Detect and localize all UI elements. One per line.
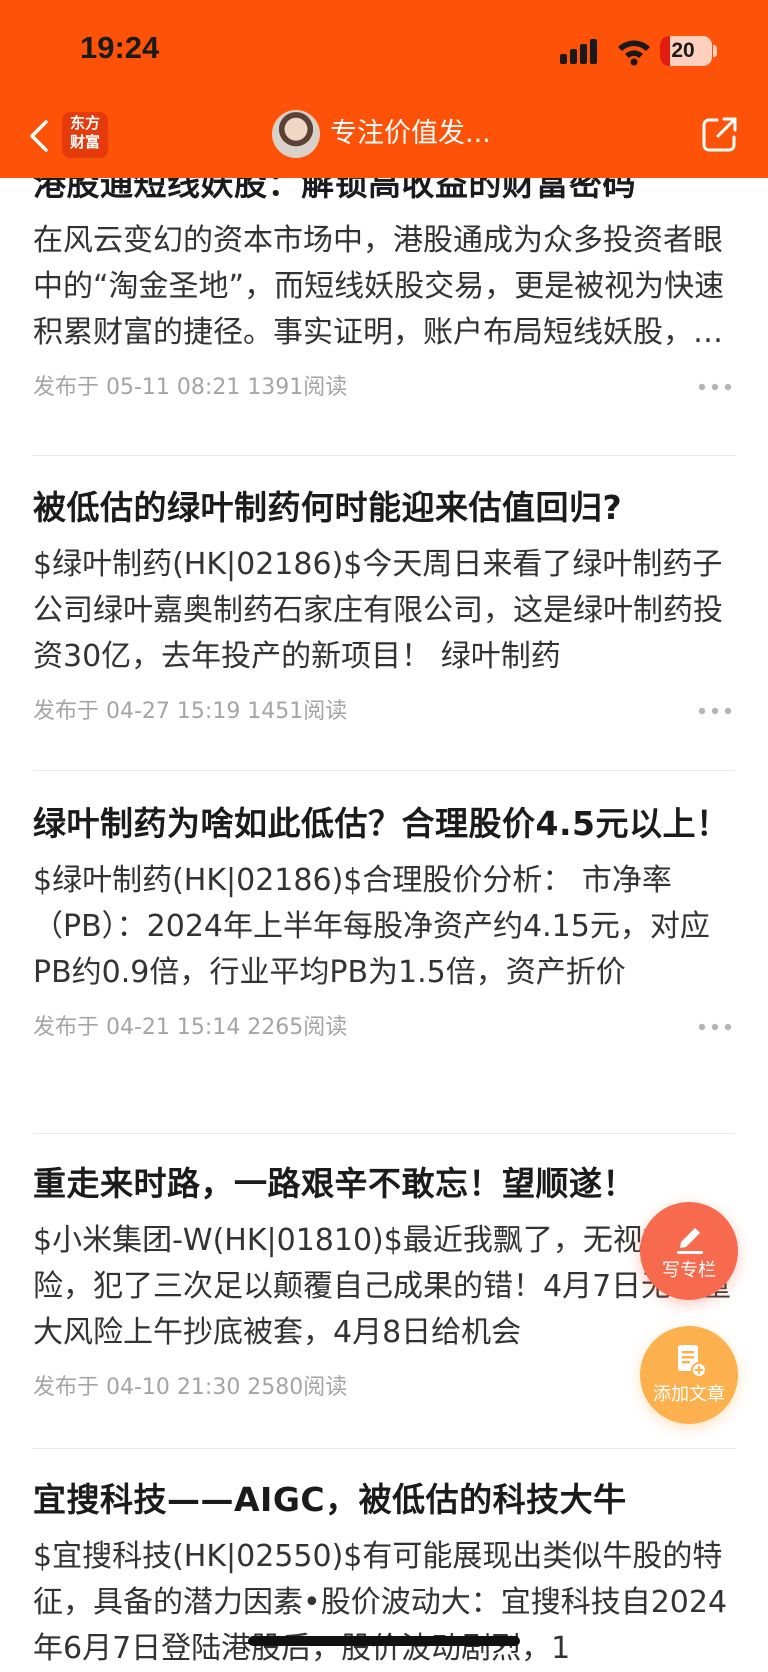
article-publish-info: 发布于 04-27 15:19 1451阅读 [33,699,348,724]
article-card[interactable]: 重走来时路，一路艰辛不敢忘！望顺遂！ $小米集团-W(HK|01810)$最近我… [33,1160,735,1406]
status-bar: 19:24 20 [0,0,768,100]
article-publish-info: 发布于 05-11 08:21 1391阅读 [33,375,348,400]
divider [33,770,735,771]
app-logo[interactable]: 东方 财富 [62,112,108,158]
write-column-label: 写专栏 [662,1260,716,1281]
app-header: 19:24 20 东方 财富 专注价值发... [0,0,768,178]
article-summary[interactable]: $小米集团-W(HK|01810)$最近我飘了，无视市场风险，犯了三次足以颠覆自… [33,1218,735,1356]
home-indicator[interactable] [248,1636,520,1646]
article-title[interactable]: 被低估的绿叶制药何时能迎来估值回归? [33,484,735,532]
article-card[interactable]: 被低估的绿叶制药何时能迎来估值回归? $绿叶制药(HK|02186)$今天周日来… [33,484,735,730]
more-icon[interactable] [697,1020,733,1034]
cellular-signal-icon [560,39,597,64]
add-article-button[interactable]: 添加文章 [640,1326,738,1424]
article-meta: 发布于 04-21 15:14 2265阅读 [33,1010,735,1046]
article-publish-info: 发布于 04-21 15:14 2265阅读 [33,1015,348,1040]
more-icon[interactable] [697,704,733,718]
battery-cap [713,45,717,57]
status-time: 19:24 [80,30,160,65]
add-article-label: 添加文章 [653,1384,725,1405]
article-title[interactable]: 重走来时路，一路艰辛不敢忘！望顺遂！ [33,1160,735,1208]
avatar[interactable] [272,110,320,158]
article-summary[interactable]: $绿叶制药(HK|02186)$合理股价分析： 市净率（PB）：2024年上半年… [33,858,735,996]
article-meta: 发布于 04-10 21:30 2580阅读 [33,1370,735,1406]
divider [33,455,735,456]
article-title[interactable]: 绿叶制药为啥如此低估？合理股价4.5元以上！ [33,800,735,848]
battery-indicator: 20 [660,36,712,66]
article-summary[interactable]: $绿叶制药(HK|02186)$今天周日来看了绿叶制药子公司绿叶嘉奥制药石家庄有… [33,542,735,680]
article-meta: 发布于 04-27 15:19 1451阅读 [33,694,735,730]
pen-icon [677,1228,703,1254]
write-column-button[interactable]: 写专栏 [640,1202,738,1300]
more-icon[interactable] [697,380,733,394]
article-title[interactable]: 宜搜科技——AIGC，被低估的科技大牛 [33,1476,735,1524]
nav-bar: 东方 财富 专注价值发... [0,100,768,178]
logo-text: 东方 财富 [69,114,100,151]
article-meta: 发布于 05-11 08:21 1391阅读 [33,370,735,406]
article-summary[interactable]: $宜搜科技(HK|02550)$有可能展现出类似牛股的特征，具备的潜力因素•股价… [33,1534,735,1672]
wifi-icon [618,40,650,66]
article-publish-info: 发布于 04-10 21:30 2580阅读 [33,1375,348,1400]
add-document-icon [678,1345,707,1378]
divider [33,1133,735,1134]
divider [33,1448,735,1449]
article-summary[interactable]: 在风云变幻的资本市场中，港股通成为众多投资者眼中的“淘金圣地”，而短线妖股交易，… [33,218,735,356]
battery-percent: 20 [671,39,695,62]
article-card[interactable]: 港股通短线妖股：解锁高收益的财富密码 在风云变幻的资本市场中，港股通成为众多投资… [33,160,735,406]
article-card[interactable]: 绿叶制药为啥如此低估？合理股价4.5元以上！ $绿叶制药(HK|02186)$合… [33,800,735,1046]
page-title[interactable]: 专注价值发... [330,114,491,154]
share-icon[interactable] [700,114,740,154]
chevron-left-icon[interactable] [26,118,54,154]
